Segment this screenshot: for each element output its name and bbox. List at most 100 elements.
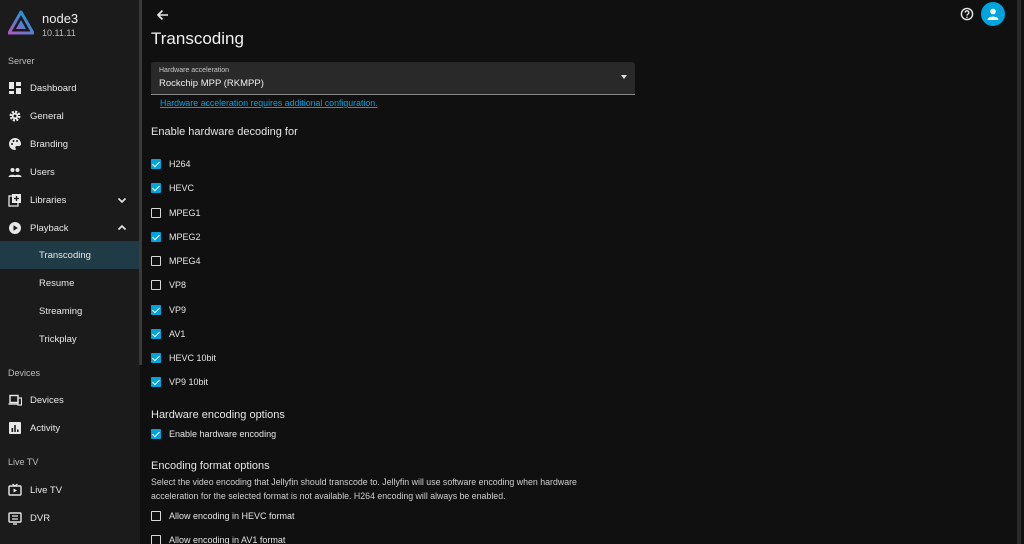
- checkbox-label: VP8: [169, 280, 187, 290]
- format-description: Select the video encoding that Jellyfin …: [151, 477, 577, 501]
- dvr-icon: [8, 512, 22, 525]
- codec-checkbox-vp8[interactable]: VP8: [151, 278, 186, 292]
- sidebar-item-branding[interactable]: Branding: [0, 130, 139, 158]
- checkbox[interactable]: [151, 377, 161, 387]
- enable-hw-encoding-checkbox[interactable]: Enable hardware encoding: [151, 427, 276, 441]
- person-icon: [987, 8, 999, 20]
- sidebar-item-playback[interactable]: Playback: [0, 214, 139, 242]
- palette-icon: [9, 138, 21, 150]
- checkbox-label: H264: [169, 159, 191, 169]
- user-avatar[interactable]: [981, 2, 1005, 26]
- sidebar-scrollbar[interactable]: [139, 0, 142, 365]
- sidebar-item-devices[interactable]: Devices: [0, 386, 139, 414]
- analytics-icon: [9, 422, 21, 434]
- sidebar-item-label: Playback: [30, 222, 69, 234]
- back-arrow-icon[interactable]: [155, 7, 171, 23]
- codec-checkbox-av1[interactable]: AV1: [151, 327, 185, 341]
- decoding-heading: Enable hardware decoding for: [151, 126, 298, 138]
- sidebar-item-activity[interactable]: Activity: [0, 414, 139, 442]
- checkbox[interactable]: [151, 256, 161, 266]
- codec-checkbox-hevc-10bit[interactable]: HEVC 10bit: [151, 351, 216, 365]
- sidebar: node3 10.11.11 Server Dashboard General …: [0, 0, 140, 544]
- sidebar-item-streaming[interactable]: Streaming: [0, 297, 139, 325]
- checkbox[interactable]: [151, 429, 161, 439]
- people-icon: [8, 168, 22, 177]
- checkbox[interactable]: [151, 183, 161, 193]
- sidebar-item-livetv[interactable]: Live TV: [0, 476, 139, 504]
- sidebar-item-label: Libraries: [30, 194, 67, 206]
- format-heading: Encoding format options: [151, 460, 270, 472]
- codec-checkbox-mpeg1[interactable]: MPEG1: [151, 206, 201, 220]
- sidebar-item-transcoding[interactable]: Transcoding: [0, 241, 139, 269]
- devices-icon: [8, 394, 22, 406]
- checkbox[interactable]: [151, 232, 161, 242]
- checkbox-label: VP9: [169, 305, 187, 315]
- checkbox[interactable]: [151, 511, 161, 521]
- caret-down-icon: [621, 75, 627, 79]
- chevron-down-icon: [117, 197, 127, 204]
- checkbox-label: HEVC: [169, 183, 195, 193]
- live-tv-icon: [8, 483, 22, 496]
- sidebar-item-users[interactable]: Users: [0, 158, 139, 186]
- hardware-acceleration-select[interactable]: Hardware acceleration Rockchip MPP (RKMP…: [151, 62, 635, 95]
- server-version: 10.11.11: [42, 28, 76, 38]
- checkbox-label: MPEG2: [169, 232, 201, 242]
- codec-checkbox-h264[interactable]: H264: [151, 157, 191, 171]
- codec-checkbox-mpeg4[interactable]: MPEG4: [151, 254, 201, 268]
- sidebar-item-label: Activity: [30, 422, 61, 434]
- sidebar-item-trickplay[interactable]: Trickplay: [0, 325, 139, 353]
- sidebar-item-resume[interactable]: Resume: [0, 269, 139, 297]
- chevron-up-icon: [117, 224, 127, 231]
- checkbox-label: HEVC 10bit: [169, 353, 217, 363]
- hw-accel-config-link[interactable]: Hardware acceleration requires additiona…: [160, 98, 378, 108]
- checkbox[interactable]: [151, 280, 161, 290]
- page-title: Transcoding: [151, 29, 244, 48]
- encoding-heading: Hardware encoding options: [151, 409, 285, 421]
- checkbox-label: Allow encoding in AV1 format: [169, 535, 286, 544]
- select-value: Rockchip MPP (RKMPP): [159, 78, 264, 89]
- sidebar-item-label: Users: [30, 166, 55, 178]
- checkbox[interactable]: [151, 329, 161, 339]
- help-icon[interactable]: [960, 7, 974, 21]
- section-label-server: Server: [8, 56, 35, 66]
- checkbox[interactable]: [151, 353, 161, 363]
- jellyfin-logo-icon: [8, 10, 34, 35]
- sidebar-item-label: Resume: [39, 277, 75, 289]
- sidebar-item-dashboard[interactable]: Dashboard: [0, 74, 139, 102]
- section-label-livetv: Live TV: [8, 457, 39, 467]
- select-label: Hardware acceleration: [159, 67, 230, 74]
- sidebar-item-label: Branding: [30, 138, 69, 150]
- dashboard-icon: [9, 82, 21, 94]
- play-circle-icon: [9, 222, 21, 234]
- checkbox-label: VP9 10bit: [169, 377, 209, 387]
- checkbox-label: MPEG1: [169, 208, 201, 218]
- allow-hevc-encoding-checkbox[interactable]: Allow encoding in HEVC format: [151, 509, 295, 523]
- sidebar-item-label: Streaming: [39, 305, 83, 317]
- allow-av1-encoding-checkbox[interactable]: Allow encoding in AV1 format: [151, 533, 285, 544]
- codec-checkbox-mpeg2[interactable]: MPEG2: [151, 230, 201, 244]
- codec-checkbox-vp9[interactable]: VP9: [151, 303, 186, 317]
- sidebar-item-libraries[interactable]: Libraries: [0, 186, 139, 214]
- checkbox-label: Allow encoding in HEVC format: [169, 511, 295, 521]
- sidebar-item-dvr[interactable]: DVR: [0, 504, 139, 532]
- gear-icon: [9, 110, 21, 122]
- checkbox[interactable]: [151, 305, 161, 315]
- sidebar-item-general[interactable]: General: [0, 102, 139, 130]
- server-name: node3: [42, 11, 79, 26]
- brand-header[interactable]: node3 10.11.11: [0, 0, 140, 48]
- codec-checkbox-hevc[interactable]: HEVC: [151, 181, 194, 195]
- checkbox-label: AV1: [169, 329, 186, 339]
- checkbox[interactable]: [151, 159, 161, 169]
- sidebar-item-label: Dashboard: [30, 82, 77, 94]
- codec-checkbox-vp9-10bit[interactable]: VP9 10bit: [151, 375, 208, 389]
- library-add-icon: [8, 194, 21, 207]
- checkbox[interactable]: [151, 535, 161, 544]
- sidebar-item-label: Trickplay: [39, 333, 77, 345]
- main-scrollbar[interactable]: [1017, 0, 1021, 544]
- checkbox-label: Enable hardware encoding: [169, 429, 277, 439]
- sidebar-item-label: Transcoding: [39, 249, 91, 261]
- checkbox[interactable]: [151, 208, 161, 218]
- sidebar-item-label: General: [30, 110, 64, 122]
- section-label-devices: Devices: [8, 368, 41, 378]
- sidebar-item-label: DVR: [30, 512, 51, 524]
